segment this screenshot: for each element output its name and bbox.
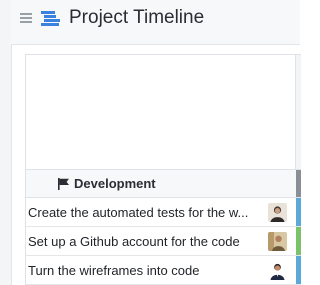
- task-row[interactable]: Set up a Github account for the code: [26, 227, 301, 256]
- task-status-bar: [296, 198, 301, 226]
- avatar[interactable]: [268, 203, 287, 222]
- page-title: Project Timeline: [69, 7, 205, 28]
- avatar[interactable]: [268, 261, 287, 280]
- task-name: Turn the wireframes into code: [28, 263, 200, 278]
- task-name: Set up a Github account for the code: [28, 234, 240, 249]
- timeline-scroll-strip: [295, 55, 301, 169]
- section-status-bar: [296, 170, 301, 197]
- task-status-bar: [296, 227, 301, 255]
- task-status-bar: [296, 256, 301, 284]
- task-row[interactable]: Create the automated tests for the w...: [26, 198, 301, 227]
- timeline-icon: [41, 11, 61, 27]
- timeline-panel: Development Create the automated tests f…: [25, 54, 301, 285]
- section-label: Development: [74, 176, 156, 191]
- hamburger-icon[interactable]: [19, 11, 33, 25]
- task-name: Create the automated tests for the w...: [28, 205, 249, 220]
- section-header-development[interactable]: Development: [26, 169, 301, 198]
- task-row[interactable]: Turn the wireframes into code: [26, 256, 301, 285]
- avatar[interactable]: [268, 232, 287, 251]
- app-window: Project Timeline Development Create the …: [0, 0, 301, 285]
- timeline-chart-area: [26, 55, 301, 169]
- flag-icon: [58, 178, 70, 190]
